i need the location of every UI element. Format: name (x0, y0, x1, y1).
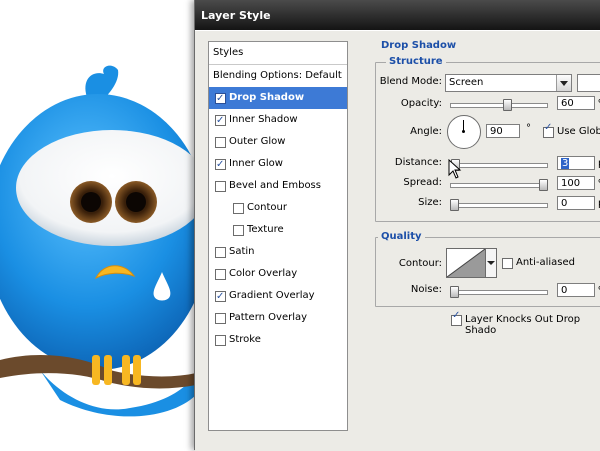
style-item-gradient-overlay[interactable]: Gradient Overlay (209, 285, 347, 308)
chevron-down-icon[interactable] (556, 75, 571, 91)
style-item-label: Contour (247, 202, 287, 213)
style-item-label: Drop Shadow (229, 92, 305, 103)
mouse-pointer-icon (448, 159, 462, 179)
style-item-color-overlay[interactable]: Color Overlay (209, 263, 347, 285)
style-item-checkbox[interactable] (215, 137, 226, 148)
style-item-checkbox[interactable] (215, 286, 226, 308)
contour-preview[interactable] (446, 248, 486, 278)
style-item-checkbox[interactable] (215, 247, 226, 258)
style-item-label: Texture (247, 224, 284, 235)
structure-title: Structure (386, 56, 446, 67)
styles-header[interactable]: Styles (209, 42, 347, 65)
use-global-light-label: Use Globa (557, 126, 600, 137)
distance-input[interactable]: 3 (557, 156, 595, 170)
style-item-stroke[interactable]: Stroke (209, 329, 347, 351)
opacity-slider-track[interactable] (450, 103, 548, 108)
style-item-texture[interactable]: Texture (209, 219, 347, 241)
style-item-inner-glow[interactable]: Inner Glow (209, 153, 347, 176)
size-input[interactable]: 0 (557, 196, 595, 210)
quality-group: Quality Contour: Anti-aliased Noise: 0 % (375, 231, 600, 307)
opacity-slider-thumb[interactable] (503, 99, 513, 111)
opacity-input[interactable]: 60 (557, 96, 595, 110)
style-item-label: Inner Glow (229, 158, 283, 169)
spread-label: Spread: (403, 177, 442, 188)
spread-slider-track[interactable] (450, 183, 548, 188)
blend-mode-select[interactable]: Screen (445, 74, 572, 92)
dialog-body: Styles Blending Options: Default Drop Sh… (195, 30, 600, 451)
size-label: Size: (418, 197, 442, 208)
angle-input[interactable]: 90 (486, 124, 520, 138)
distance-slider-track[interactable] (450, 163, 548, 168)
style-item-outer-glow[interactable]: Outer Glow (209, 131, 347, 153)
style-item-label: Gradient Overlay (229, 290, 315, 301)
quality-title: Quality (378, 231, 425, 242)
blend-mode-label: Blend Mode: (379, 76, 442, 87)
style-item-label: Inner Shadow (229, 114, 298, 125)
layer-style-dialog: Layer Style Styles Blending Options: Def… (194, 0, 600, 451)
style-item-checkbox[interactable] (215, 313, 226, 324)
blending-options-item[interactable]: Blending Options: Default (209, 65, 347, 88)
style-item-contour[interactable]: Contour (209, 197, 347, 219)
style-item-checkbox[interactable] (215, 110, 226, 132)
use-global-light-checkbox[interactable] (543, 122, 554, 138)
anti-aliased-label: Anti-aliased (516, 257, 576, 268)
style-item-checkbox[interactable] (215, 335, 226, 346)
style-item-label: Pattern Overlay (229, 312, 308, 323)
style-item-checkbox[interactable] (215, 181, 226, 192)
contour-label: Contour: (398, 258, 442, 269)
style-item-checkbox[interactable] (215, 88, 226, 110)
style-item-pattern-overlay[interactable]: Pattern Overlay (209, 307, 347, 329)
spread-input[interactable]: 100 (557, 176, 595, 190)
style-item-checkbox[interactable] (215, 269, 226, 280)
structure-group: Structure Blend Mode: Screen Opacity: 60… (375, 56, 600, 222)
style-item-inner-shadow[interactable]: Inner Shadow (209, 109, 347, 132)
angle-label: Angle: (410, 126, 442, 137)
window-title: Layer Style (201, 9, 271, 22)
style-item-label: Stroke (229, 334, 261, 345)
style-item-label: Satin (229, 246, 255, 257)
drop-shadow-title: Drop Shadow (381, 40, 457, 51)
layer-knocks-out-label: Layer Knocks Out Drop Shado (465, 314, 581, 336)
size-slider-track[interactable] (450, 203, 548, 208)
style-item-checkbox[interactable] (215, 154, 226, 176)
style-item-checkbox[interactable] (233, 225, 244, 236)
contour-curve-icon (446, 248, 486, 278)
noise-input[interactable]: 0 (557, 283, 595, 297)
layer-knocks-out-checkbox[interactable] (451, 310, 462, 326)
style-item-label: Color Overlay (229, 268, 298, 279)
angle-unit: ° (526, 123, 531, 134)
shadow-color-swatch[interactable] (577, 74, 600, 92)
noise-slider-track[interactable] (450, 290, 548, 295)
style-item-satin[interactable]: Satin (209, 241, 347, 263)
style-item-label: Outer Glow (229, 136, 286, 147)
distance-label: Distance: (394, 157, 442, 168)
contour-dropdown-button[interactable] (485, 248, 497, 278)
title-bar[interactable]: Layer Style (195, 0, 600, 31)
style-item-bevel-and-emboss[interactable]: Bevel and Emboss (209, 175, 347, 197)
style-item-checkbox[interactable] (233, 203, 244, 214)
angle-dial[interactable] (447, 115, 481, 149)
noise-label: Noise: (410, 284, 442, 295)
style-item-label: Bevel and Emboss (229, 180, 321, 191)
noise-slider-thumb[interactable] (450, 286, 459, 298)
size-slider-thumb[interactable] (450, 199, 459, 211)
style-item-drop-shadow[interactable]: Drop Shadow (209, 87, 347, 110)
spread-slider-thumb[interactable] (539, 179, 548, 191)
opacity-label: Opacity: (400, 98, 442, 109)
anti-aliased-checkbox[interactable] (502, 258, 513, 269)
styles-list: Styles Blending Options: Default Drop Sh… (208, 41, 348, 431)
